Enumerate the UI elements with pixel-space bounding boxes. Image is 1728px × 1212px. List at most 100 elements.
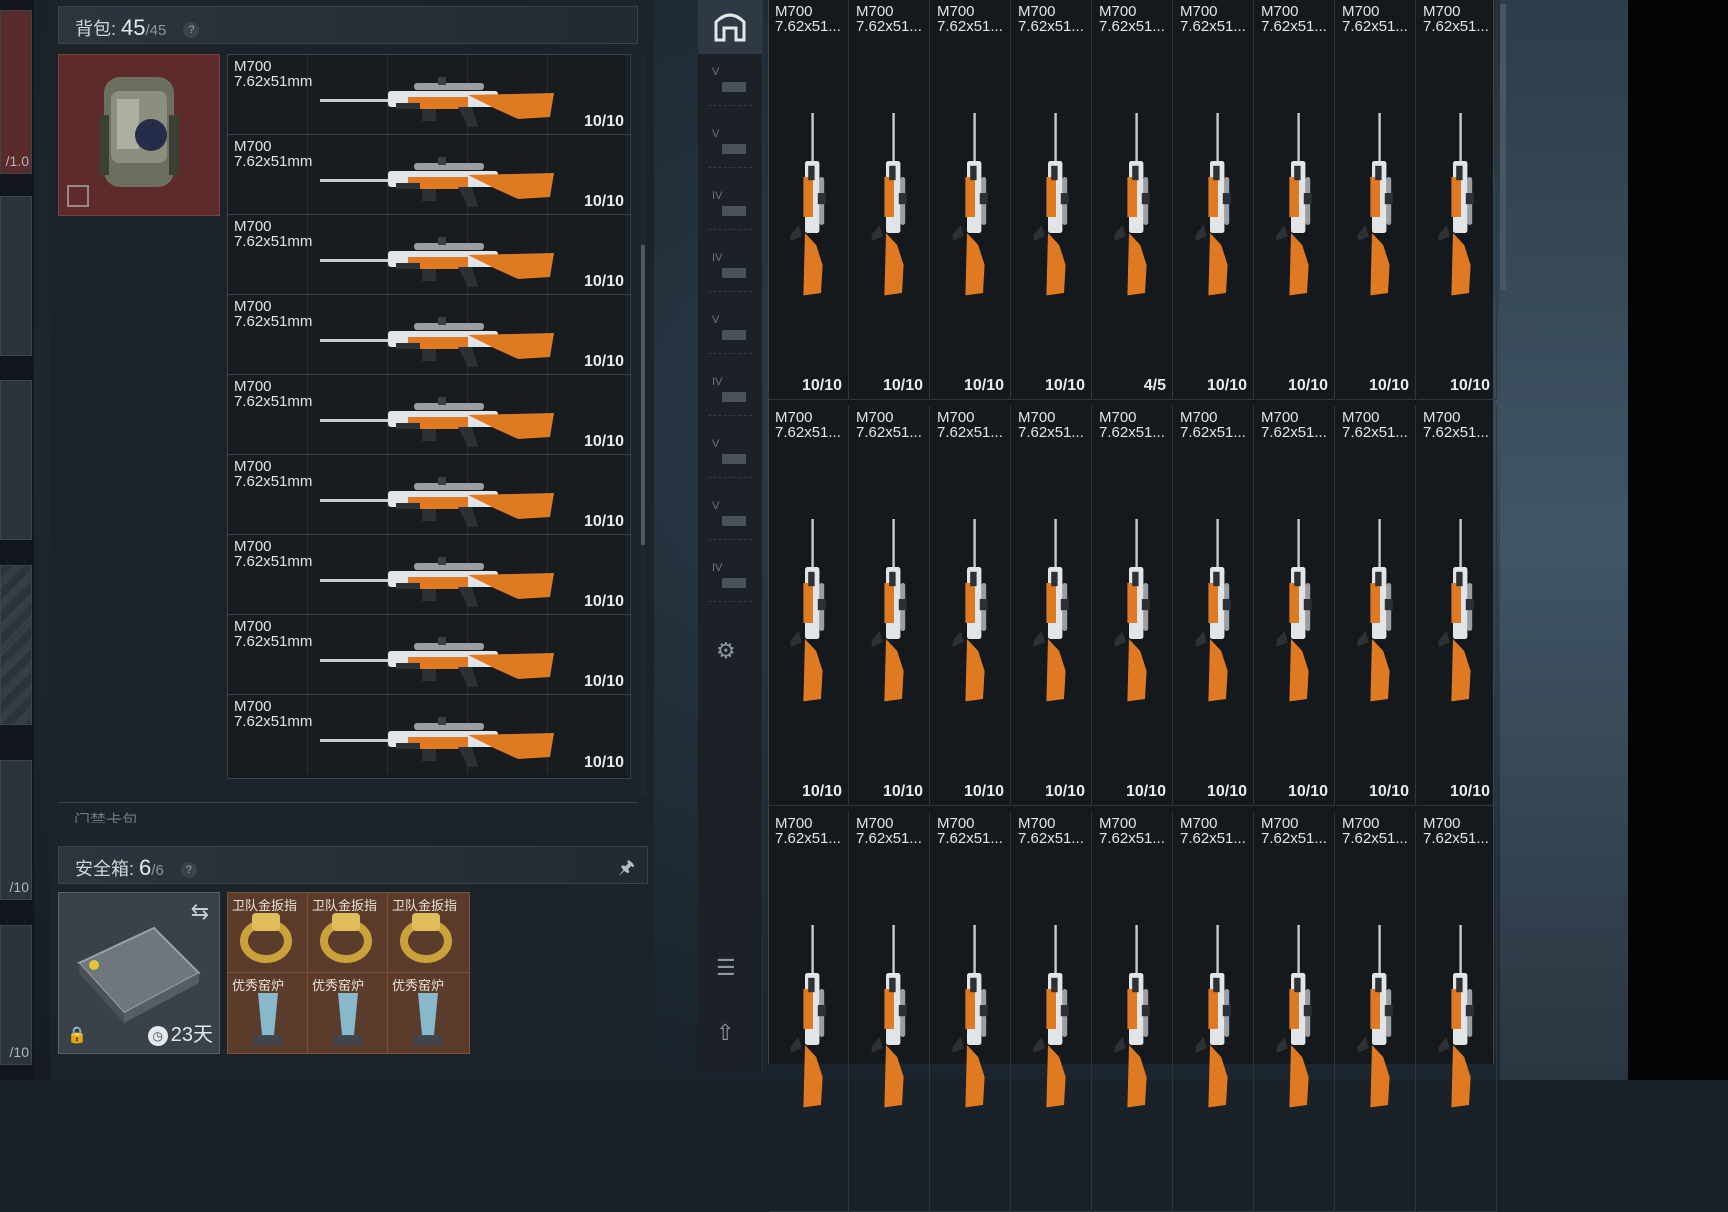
- weapon-icon: [722, 516, 746, 526]
- equipment-slot[interactable]: /10: [0, 760, 32, 900]
- safe-box-grid: 卫队金扳指 卫队金扳指 卫队金扳指 优秀窑炉 优秀窑炉 优秀窑炉: [227, 892, 470, 1054]
- item-ammo: 10/10: [583, 113, 624, 130]
- nav-tab[interactable]: IV: [708, 372, 752, 416]
- backpack-item-row[interactable]: M700 7.62x51mm 10/10: [228, 455, 630, 535]
- storage-item[interactable]: M700 7.62x51... 10/10: [1336, 0, 1416, 400]
- storage-item[interactable]: M700 7.62x51...: [931, 812, 1011, 1212]
- item-name: M700 7.62x51...: [1180, 815, 1246, 847]
- rifle-icon: [320, 237, 554, 287]
- safe-box-item[interactable]: ⇆ 🔒 ◷ 23天: [58, 892, 220, 1054]
- backpack-item-row[interactable]: M700 7.62x51mm 10/10: [228, 615, 630, 695]
- nav-tab[interactable]: V: [708, 62, 752, 106]
- backpack-item-row[interactable]: M700 7.62x51mm 10/10: [228, 215, 630, 295]
- gear-icon[interactable]: ⚙: [716, 638, 736, 664]
- storage-item[interactable]: M700 7.62x51... 10/10: [769, 0, 849, 400]
- rifle-icon: [790, 925, 826, 1108]
- storage-item[interactable]: M700 7.62x51...: [1255, 812, 1335, 1212]
- storage-item[interactable]: M700 7.62x51... 10/10: [1417, 406, 1497, 806]
- tier-label: V: [712, 438, 720, 450]
- safe-item[interactable]: 卫队金扳指: [228, 893, 308, 973]
- nav-tab[interactable]: V: [708, 124, 752, 168]
- storage-scrollbar[interactable]: [1500, 4, 1506, 290]
- backpack-item[interactable]: [58, 54, 220, 216]
- storage-item[interactable]: M700 7.62x51...: [769, 812, 849, 1212]
- storage-item[interactable]: M700 7.62x51... 10/10: [769, 406, 849, 806]
- layers-icon[interactable]: ☰: [716, 955, 736, 981]
- storage-item[interactable]: M700 7.62x51...: [1174, 812, 1254, 1212]
- nav-tab[interactable]: IV: [708, 558, 752, 602]
- equipment-slot[interactable]: [0, 565, 32, 725]
- rifle-icon: [320, 77, 554, 127]
- backpack-scroll-thumb[interactable]: [641, 245, 645, 545]
- rifle-icon: [1195, 925, 1231, 1108]
- help-icon[interactable]: ?: [183, 22, 200, 39]
- backpack-item-row[interactable]: M700 7.62x51mm 10/10: [228, 135, 630, 215]
- equipment-slot[interactable]: /10: [0, 925, 32, 1065]
- safe-item[interactable]: 卫队金扳指: [388, 893, 468, 973]
- item-name: M700 7.62x51...: [1180, 3, 1246, 35]
- swap-icon[interactable]: ⇆: [191, 899, 209, 925]
- safe-item[interactable]: 优秀窑炉: [308, 973, 388, 1053]
- storage-item[interactable]: M700 7.62x51... 10/10: [1336, 406, 1416, 806]
- storage-item[interactable]: M700 7.62x51... 10/10: [1255, 0, 1335, 400]
- equipment-slot[interactable]: [0, 380, 32, 540]
- lock-icon: 🔒: [67, 1027, 87, 1044]
- item-name: M700 7.62x51...: [1342, 409, 1408, 441]
- item-ammo: 10/10: [583, 353, 624, 370]
- rifle-icon: [1438, 925, 1474, 1108]
- pin-icon[interactable]: 🖈: [618, 855, 635, 885]
- storage-item[interactable]: M700 7.62x51... 10/10: [931, 406, 1011, 806]
- item-name: M700 7.62x51...: [1423, 815, 1489, 847]
- storage-item[interactable]: M700 7.62x51... 10/10: [931, 0, 1011, 400]
- rifle-icon: [1195, 113, 1231, 296]
- storage-item[interactable]: M700 7.62x51... 10/10: [850, 0, 930, 400]
- backpack-item-row[interactable]: M700 7.62x51mm 10/10: [228, 375, 630, 455]
- nav-tab[interactable]: V: [708, 496, 752, 540]
- tier-label: IV: [712, 252, 723, 264]
- nav-home[interactable]: [698, 0, 762, 54]
- rifle-icon: [952, 925, 988, 1108]
- nav-tab[interactable]: V: [708, 434, 752, 478]
- equipment-slot[interactable]: /1.0: [0, 10, 32, 174]
- storage-item[interactable]: M700 7.62x51... 10/10: [1174, 406, 1254, 806]
- nav-tab[interactable]: IV: [708, 186, 752, 230]
- storage-item[interactable]: M700 7.62x51... 4/5: [1093, 0, 1173, 400]
- storage-item[interactable]: M700 7.62x51... 10/10: [850, 406, 930, 806]
- storage-item[interactable]: M700 7.62x51... 10/10: [1012, 406, 1092, 806]
- storage-item[interactable]: M700 7.62x51... 10/10: [1012, 0, 1092, 400]
- storage-item[interactable]: M700 7.62x51... 10/10: [1255, 406, 1335, 806]
- storage-item[interactable]: M700 7.62x51...: [1336, 812, 1416, 1212]
- backpack-item-row[interactable]: M700 7.62x51mm 10/10: [228, 535, 630, 615]
- help-icon[interactable]: ?: [180, 862, 197, 879]
- safe-item[interactable]: 优秀窑炉: [388, 973, 468, 1053]
- home-icon: [714, 13, 746, 42]
- backpack-item-row[interactable]: M700 7.62x51mm 10/10: [228, 295, 630, 375]
- rifle-icon: [790, 519, 826, 702]
- backpack-capacity: /45: [145, 22, 167, 39]
- storage-item[interactable]: M700 7.62x51... 10/10: [1093, 406, 1173, 806]
- item-name: M700 7.62x51...: [775, 409, 841, 441]
- backpack-item-row[interactable]: M700 7.62x51mm 10/10: [228, 695, 630, 775]
- item-name: M700 7.62x51...: [1342, 3, 1408, 35]
- card-pack-header[interactable]: 门禁卡包: [58, 802, 638, 823]
- safe-item[interactable]: 卫队金扳指: [308, 893, 388, 973]
- nav-tab[interactable]: V: [708, 310, 752, 354]
- safe-item[interactable]: 优秀窑炉: [228, 973, 308, 1053]
- weapon-icon: [722, 330, 746, 340]
- backpack-item-row[interactable]: M700 7.62x51mm 10/10: [228, 55, 630, 135]
- equipment-slot[interactable]: [0, 196, 32, 356]
- item-name: 优秀窑炉: [232, 978, 285, 993]
- rifle-icon: [320, 557, 554, 607]
- storage-item[interactable]: M700 7.62x51... 10/10: [1174, 0, 1254, 400]
- item-name: M700 7.62x51...: [856, 409, 922, 441]
- storage-item[interactable]: M700 7.62x51...: [1093, 812, 1173, 1212]
- storage-item[interactable]: M700 7.62x51...: [1417, 812, 1497, 1212]
- storage-item[interactable]: M700 7.62x51... 10/10: [1417, 0, 1497, 400]
- upload-icon[interactable]: ⇧: [716, 1020, 734, 1046]
- item-name: M700 7.62x51...: [1423, 3, 1489, 35]
- nav-tab[interactable]: IV: [708, 248, 752, 292]
- storage-item[interactable]: M700 7.62x51...: [1012, 812, 1092, 1212]
- backpack-title: 背包: 45/45 ?: [75, 15, 200, 41]
- backpack-label: 背包:: [75, 19, 117, 39]
- storage-item[interactable]: M700 7.62x51...: [850, 812, 930, 1212]
